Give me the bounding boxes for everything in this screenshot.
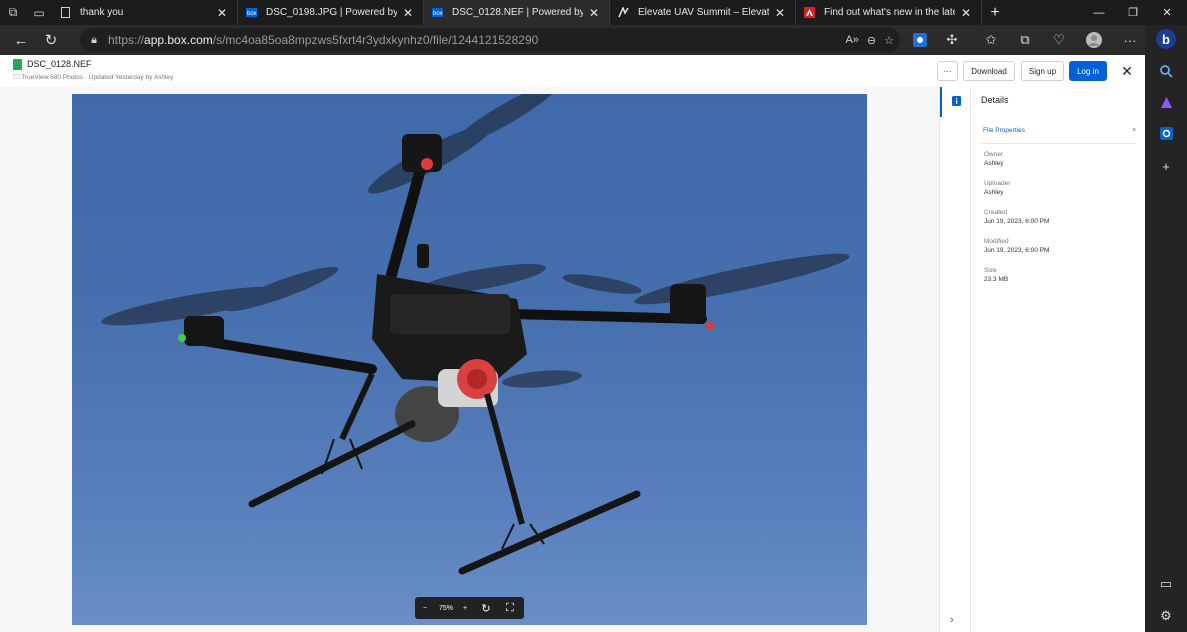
browser-essentials-icon[interactable]: ♡ — [1045, 25, 1073, 55]
box-page: DSC_0128.NEF 🗀︎ TrueView 680 Photos · Up… — [0, 55, 1145, 632]
zoom-out-button[interactable]: − — [415, 605, 435, 612]
prop-owner: Owner Ashley — [984, 151, 1004, 167]
drone-photo — [72, 94, 867, 625]
divider — [981, 143, 1136, 144]
zoom-controls: − 75% + ↻ ⛶ — [415, 597, 524, 619]
tab-title: Elevate UAV Summit – Elevate UA — [638, 7, 769, 18]
file-subtitle: TrueView 680 Photos · Updated Yesterday … — [21, 74, 174, 81]
elevate-logo-icon — [618, 7, 629, 18]
close-preview-icon[interactable]: ✕ — [1118, 61, 1136, 81]
browser-toolbar: ← ↻ 🔒︎ https://app.box.com/s/mc4oa85oa8m… — [0, 25, 1145, 55]
prop-label: Created — [984, 209, 1008, 216]
outlook-icon[interactable] — [1145, 122, 1187, 144]
settings-more-icon[interactable]: ··· — [1116, 25, 1144, 55]
add-sidebar-app-icon[interactable]: + — [1145, 155, 1187, 177]
info-icon — [952, 93, 961, 111]
search-icon[interactable] — [1145, 60, 1187, 82]
new-tab-icon[interactable]: + — [982, 4, 1008, 22]
details-title: Details — [981, 95, 1009, 105]
details-panel: Details File Properties ˄ Owner Ashley U… — [970, 87, 1145, 632]
fullscreen-icon[interactable]: ⛶ — [499, 602, 521, 615]
tab-title: thank you — [80, 7, 124, 18]
close-tab-icon[interactable]: ✕ — [959, 6, 973, 20]
prop-label: Owner — [984, 151, 1004, 158]
file-breadcrumb[interactable]: 🗀︎ TrueView 680 Photos · Updated Yesterd… — [13, 73, 173, 84]
back-icon[interactable]: ← — [6, 25, 36, 55]
prop-modified: Modified Jun 19, 2023, 6:00 PM — [984, 238, 1049, 254]
more-options-button[interactable]: ··· — [937, 61, 958, 81]
read-aloud-icon[interactable]: A» — [845, 34, 858, 46]
extension-icon[interactable] — [906, 25, 934, 55]
prop-value: Ashley — [984, 160, 1004, 167]
tab-dsc-0198[interactable]: box DSC_0198.JPG | Powered by Box ✕ — [238, 0, 424, 25]
favorites-icon[interactable]: ✩ — [977, 25, 1005, 55]
signup-button[interactable]: Sign up — [1021, 61, 1064, 81]
prop-label: Modified — [984, 238, 1009, 245]
prop-value: 23.3 MB — [984, 276, 1009, 283]
file-name: DSC_0128.NEF — [27, 59, 92, 69]
box-logo-icon: box — [432, 7, 443, 18]
edge-sidebar: b + ▭ ⚙ — [1145, 25, 1187, 632]
extensions-puzzle-icon[interactable]: ✣ — [938, 25, 966, 55]
lock-icon: 🔒︎ — [91, 33, 97, 46]
profile-avatar[interactable] — [1080, 25, 1108, 55]
page-icon — [60, 7, 71, 18]
zoom-icon[interactable]: ⊖ — [867, 34, 876, 47]
close-tab-icon[interactable]: ✕ — [401, 6, 415, 20]
tab-adobe[interactable]: Find out what's new in the latest ✕ — [796, 0, 982, 25]
bing-copilot-icon[interactable]: b — [1145, 28, 1187, 50]
sidebar-toggle-icon[interactable]: ▭ — [1145, 573, 1187, 595]
file-properties-toggle[interactable]: File Properties ˄ — [983, 127, 1136, 134]
close-tab-icon[interactable]: ✕ — [215, 6, 229, 20]
prop-value: Jun 19, 2023, 6:00 PM — [984, 247, 1050, 254]
login-button[interactable]: Log in — [1069, 61, 1107, 81]
refresh-icon[interactable]: ↻ — [36, 25, 66, 55]
prop-created: Created Jun 19, 2023, 6:00 PM — [984, 209, 1049, 225]
url-text: https://app.box.com/s/mc4oa85oa8mpzws5fx… — [108, 33, 539, 47]
sidebar-settings-icon[interactable]: ⚙ — [1145, 605, 1187, 627]
workspaces-icon[interactable]: ⧉ — [0, 0, 26, 25]
chevron-right-icon[interactable]: › — [950, 614, 954, 626]
box-logo-icon: box — [246, 7, 257, 18]
prop-label: Uploader — [984, 180, 1011, 187]
tab-actions-icon[interactable]: ▭ — [26, 0, 52, 25]
close-tab-icon[interactable]: ✕ — [587, 6, 601, 20]
tab-title: DSC_0198.JPG | Powered by Box — [266, 7, 397, 18]
tab-strip: ⧉ ▭ thank you ✕ box DSC_0198.JPG | Power… — [0, 0, 1187, 25]
svg-text:b: b — [1162, 32, 1170, 47]
prop-value: Ashley — [984, 189, 1004, 196]
tab-thank-you[interactable]: thank you ✕ — [52, 0, 238, 25]
details-tab[interactable] — [940, 87, 971, 117]
download-button[interactable]: Download — [963, 61, 1015, 81]
tab-title: DSC_0128.NEF | Powered by Box — [452, 7, 583, 18]
tab-elevate[interactable]: Elevate UAV Summit – Elevate UA ✕ — [610, 0, 796, 25]
folder-icon: 🗀︎ — [13, 74, 20, 81]
close-tab-icon[interactable]: ✕ — [773, 6, 787, 20]
prop-value: Jun 19, 2023, 6:00 PM — [984, 218, 1050, 225]
zoom-in-button[interactable]: + — [457, 605, 473, 612]
svg-text:box: box — [247, 11, 257, 17]
zoom-level: 75% — [438, 604, 453, 612]
section-label: File Properties — [983, 127, 1025, 134]
address-bar[interactable]: 🔒︎ https://app.box.com/s/mc4oa85oa8mpzws… — [80, 28, 900, 52]
favorite-star-icon[interactable]: ☆ — [884, 34, 894, 47]
chevron-up-icon: ˄ — [1132, 127, 1136, 134]
collections-icon[interactable]: ⧉ — [1011, 25, 1039, 55]
svg-text:box: box — [433, 11, 443, 17]
tab-dsc-0128[interactable]: box DSC_0128.NEF | Powered by Box ✕ — [424, 0, 610, 25]
image-viewer: − 75% + ↻ ⛶ — [0, 87, 939, 632]
prop-label: Size — [984, 267, 997, 274]
preview-header: DSC_0128.NEF 🗀︎ TrueView 680 Photos · Up… — [0, 55, 1145, 87]
image-file-icon — [13, 59, 22, 70]
close-window-icon[interactable]: ✕ — [1145, 0, 1187, 25]
prop-size: Size 23.3 MB — [984, 267, 1008, 283]
shopping-icon[interactable] — [1145, 91, 1187, 113]
adobe-logo-icon — [804, 7, 815, 18]
prop-uploader: Uploader Ashley — [984, 180, 1010, 196]
tab-title: Find out what's new in the latest — [824, 7, 955, 18]
sidebar-rail: › — [939, 87, 970, 632]
rotate-icon[interactable]: ↻ — [473, 602, 499, 615]
